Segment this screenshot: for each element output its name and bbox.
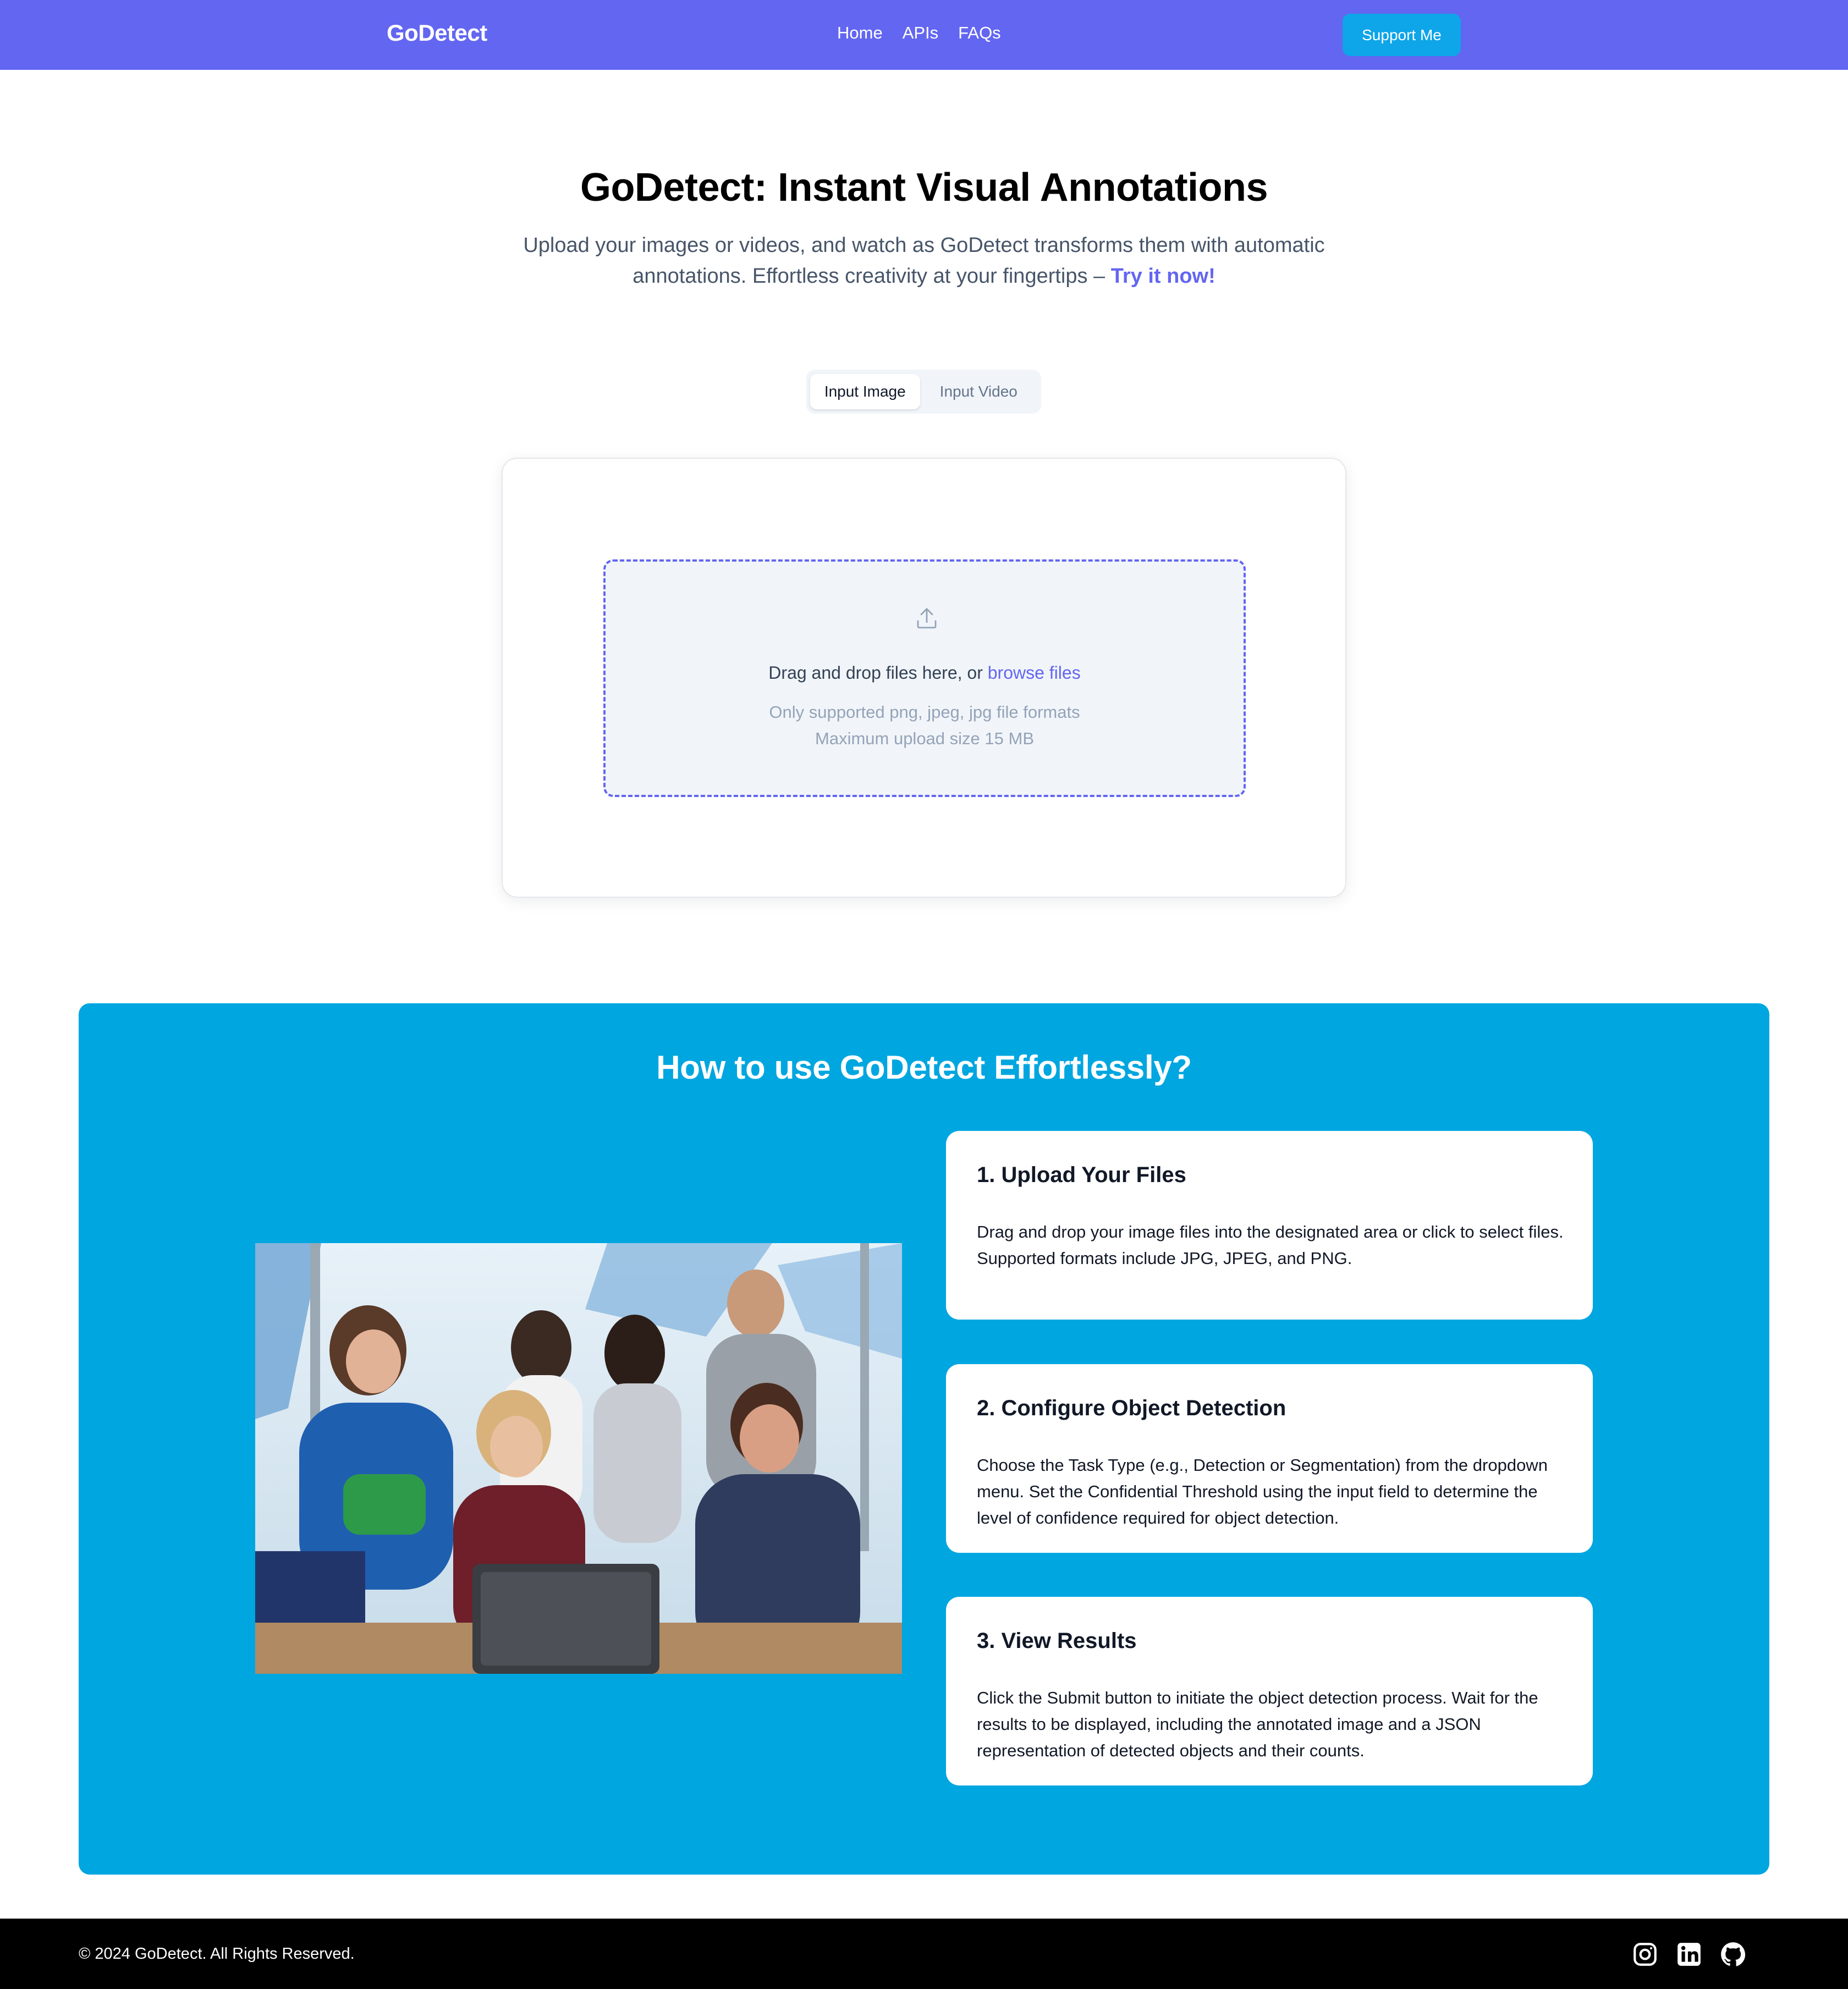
tab-input-video[interactable]: Input Video: [920, 374, 1037, 409]
linkedin-icon[interactable]: [1675, 1941, 1703, 1968]
footer: © 2024 GoDetect. All Rights Reserved.: [0, 1919, 1848, 1989]
input-type-tabs: Input Image Input Video: [806, 370, 1041, 414]
drop-instructions: Drag and drop files here, or browse file…: [606, 663, 1244, 683]
step-card-configure: 2. Configure Object Detection Choose the…: [946, 1364, 1593, 1553]
how-to-title: How to use GoDetect Effortlessly?: [656, 1049, 1192, 1086]
step-card-results: 3. View Results Click the Submit button …: [946, 1597, 1593, 1785]
step-description: Click the Submit button to initiate the …: [977, 1688, 1538, 1760]
github-icon[interactable]: [1719, 1941, 1747, 1968]
team-photo: [255, 1243, 902, 1674]
step-card-upload: 1. Upload Your Files Drag and drop your …: [946, 1131, 1593, 1320]
brand-logo[interactable]: GoDetect: [387, 20, 487, 46]
step-title: 3. View Results: [977, 1629, 1137, 1653]
drop-text: Drag and drop files here, or: [768, 663, 983, 683]
upload-card: Drag and drop files here, or browse file…: [502, 458, 1346, 898]
file-dropzone[interactable]: Drag and drop files here, or browse file…: [603, 559, 1246, 797]
step-description: Choose the Task Type (e.g., Detection or…: [977, 1455, 1548, 1528]
how-to-section: How to use GoDetect Effortlessly? 1. Upl…: [79, 1003, 1769, 1875]
supported-formats-text: Only supported png, jpeg, jpg file forma…: [769, 702, 1080, 722]
nav-links: Home APIs FAQs: [837, 23, 1001, 43]
nav-link-faqs[interactable]: FAQs: [958, 23, 1001, 43]
hero-title: GoDetect: Instant Visual Annotations: [580, 166, 1268, 210]
social-links: [1631, 1941, 1747, 1968]
team-photo-illustration: [255, 1243, 902, 1674]
navbar: GoDetect Home APIs FAQs Support Me: [0, 0, 1848, 70]
try-it-now-link[interactable]: Try it now!: [1111, 265, 1216, 288]
tab-input-image[interactable]: Input Image: [810, 374, 920, 409]
step-description: Drag and drop your image files into the …: [977, 1222, 1564, 1268]
support-me-button[interactable]: Support Me: [1343, 14, 1461, 56]
hero-subtitle-line1: Upload your images or videos, and watch …: [523, 234, 1325, 257]
browse-files-link[interactable]: browse files: [988, 663, 1081, 683]
upload-icon: [917, 608, 937, 629]
copyright-text: © 2024 GoDetect. All Rights Reserved.: [79, 1945, 355, 1963]
step-title: 2. Configure Object Detection: [977, 1396, 1286, 1420]
nav-link-home[interactable]: Home: [837, 23, 883, 43]
step-title: 1. Upload Your Files: [977, 1163, 1186, 1187]
hero-subtitle: Upload your images or videos, and watch …: [484, 230, 1364, 292]
max-upload-size-text: Maximum upload size 15 MB: [815, 729, 1034, 748]
hero-subtitle-line2: annotations. Effortless creativity at yo…: [632, 265, 1106, 288]
nav-link-apis[interactable]: APIs: [903, 23, 938, 43]
instagram-icon[interactable]: [1631, 1941, 1659, 1968]
